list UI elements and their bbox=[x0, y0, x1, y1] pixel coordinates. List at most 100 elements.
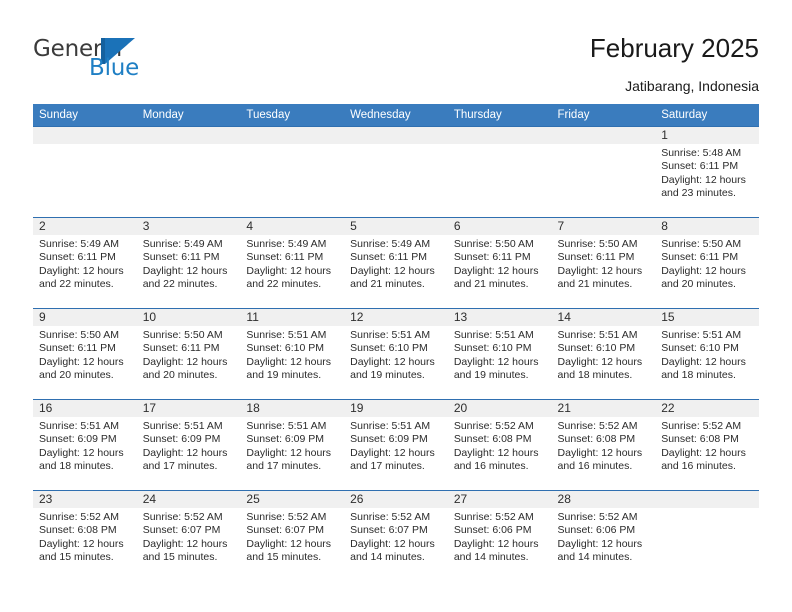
calendar-week-row: 2 Sunrise: 5:49 AM Sunset: 6:11 PM Daylight… bbox=[33, 217, 759, 309]
day-detail-line: Sunrise: 5:50 AM bbox=[661, 238, 742, 250]
day-details bbox=[344, 144, 448, 147]
day-number: 2 bbox=[33, 218, 137, 235]
day-detail-line: Daylight: 12 hours bbox=[557, 537, 643, 550]
day-detail-line: Sunset: 6:08 PM bbox=[661, 433, 739, 446]
day-detail-line: Daylight: 12 hours bbox=[661, 446, 746, 459]
day-detail-line: Sunset: 6:07 PM bbox=[246, 524, 325, 537]
day-detail-line: Sunrise: 5:52 AM bbox=[350, 511, 431, 523]
calendar-day-cell[interactable]: 16 Sunrise: 5:51 AM Sunset: 6:09 PM Dayligh… bbox=[33, 399, 137, 491]
calendar-day-cell[interactable]: 13 Sunrise: 5:51 AM Sunset: 6:10 PM Dayligh… bbox=[447, 308, 552, 400]
day-number: 12 bbox=[344, 309, 448, 326]
day-details: Sunrise: 5:52 AM Sunset: 6:08 PM Daylight:… bbox=[552, 417, 656, 474]
day-details: Sunrise: 5:50 AM Sunset: 6:11 PM Daylight:… bbox=[33, 326, 137, 383]
day-detail-line: Sunrise: 5:52 AM bbox=[246, 511, 327, 523]
day-detail-line: Daylight: 12 hours bbox=[661, 264, 746, 277]
day-detail-line: Sunrise: 5:51 AM bbox=[246, 329, 327, 341]
day-detail-line: Daylight: 12 hours bbox=[350, 537, 435, 550]
calendar-day-cell[interactable]: 18 Sunrise: 5:51 AM Sunset: 6:09 PM Dayligh… bbox=[240, 399, 345, 491]
day-number bbox=[33, 127, 137, 144]
calendar-day-cell[interactable]: 26 Sunrise: 5:52 AM Sunset: 6:07 PM Dayligh… bbox=[344, 490, 448, 581]
day-number: 6 bbox=[447, 218, 552, 235]
day-details bbox=[448, 144, 552, 147]
day-details: Sunrise: 5:51 AM Sunset: 6:10 PM Daylight:… bbox=[655, 326, 759, 383]
calendar-day-cell[interactable]: 27 Sunrise: 5:52 AM Sunset: 6:06 PM Dayligh… bbox=[447, 490, 552, 581]
calendar-day-cell[interactable]: 1 Sunrise: 5:48 AM Sunset: 6:11 PM Daylight… bbox=[655, 126, 759, 218]
day-detail-line: and 19 minutes. bbox=[350, 369, 425, 382]
page-subtitle: Jatibarang, Indonesia bbox=[625, 78, 759, 94]
day-details bbox=[655, 508, 759, 511]
day-detail-line: Sunrise: 5:51 AM bbox=[557, 329, 638, 341]
day-detail-line: Sunset: 6:07 PM bbox=[350, 524, 428, 537]
day-detail-line: Sunrise: 5:51 AM bbox=[350, 420, 431, 432]
day-number: 26 bbox=[344, 491, 448, 508]
day-detail-line: and 22 minutes. bbox=[246, 278, 322, 291]
calendar-day-cell[interactable]: 25 Sunrise: 5:52 AM Sunset: 6:07 PM Dayligh… bbox=[240, 490, 345, 581]
day-detail-line: Sunrise: 5:52 AM bbox=[557, 420, 638, 432]
day-detail-line: Sunrise: 5:52 AM bbox=[557, 511, 638, 523]
calendar-day-cell[interactable]: 22 Sunrise: 5:52 AM Sunset: 6:08 PM Dayligh… bbox=[655, 399, 759, 491]
day-detail-line: Daylight: 12 hours bbox=[557, 446, 643, 459]
day-details: Sunrise: 5:51 AM Sunset: 6:09 PM Daylight:… bbox=[33, 417, 137, 474]
calendar-day-cell[interactable]: 28 Sunrise: 5:52 AM Sunset: 6:06 PM Dayligh… bbox=[551, 490, 656, 581]
day-detail-line: Daylight: 12 hours bbox=[246, 446, 332, 459]
calendar-day-cell[interactable]: 10 Sunrise: 5:50 AM Sunset: 6:11 PM Dayligh… bbox=[136, 308, 241, 400]
day-details: Sunrise: 5:51 AM Sunset: 6:10 PM Daylight:… bbox=[552, 326, 656, 383]
day-number: 3 bbox=[136, 218, 241, 235]
day-details: Sunrise: 5:51 AM Sunset: 6:09 PM Daylight:… bbox=[344, 417, 448, 474]
weekday-header-sunday: Sunday bbox=[33, 104, 137, 127]
day-detail-line: Sunset: 6:11 PM bbox=[142, 342, 220, 355]
day-detail-line: Sunrise: 5:50 AM bbox=[453, 238, 534, 250]
day-detail-line: Daylight: 12 hours bbox=[39, 264, 124, 277]
calendar-day-cell[interactable]: 7 Sunrise: 5:50 AM Sunset: 6:11 PM Daylight… bbox=[551, 217, 656, 309]
day-detail-line: Sunset: 6:11 PM bbox=[142, 251, 220, 264]
day-detail-line: Daylight: 12 hours bbox=[39, 446, 124, 459]
day-details: Sunrise: 5:49 AM Sunset: 6:11 PM Daylight:… bbox=[344, 235, 448, 292]
day-detail-line: Sunrise: 5:52 AM bbox=[142, 511, 223, 523]
weekday-header-tuesday: Tuesday bbox=[240, 104, 345, 127]
calendar-day-cell[interactable]: 9 Sunrise: 5:50 AM Sunset: 6:11 PM Daylight… bbox=[33, 308, 137, 400]
day-detail-line: and 20 minutes. bbox=[142, 369, 218, 382]
calendar-day-cell[interactable]: 20 Sunrise: 5:52 AM Sunset: 6:08 PM Dayligh… bbox=[447, 399, 552, 491]
calendar-day-cell[interactable]: 14 Sunrise: 5:51 AM Sunset: 6:10 PM Dayligh… bbox=[551, 308, 656, 400]
weekday-header-monday: Monday bbox=[136, 104, 241, 127]
calendar-day-cell[interactable]: 5 Sunrise: 5:49 AM Sunset: 6:11 PM Daylight… bbox=[344, 217, 448, 309]
calendar-day-cell[interactable]: 4 Sunrise: 5:49 AM Sunset: 6:11 PM Daylight… bbox=[240, 217, 345, 309]
day-detail-line: and 20 minutes. bbox=[661, 278, 736, 291]
day-detail-line: Sunrise: 5:51 AM bbox=[661, 329, 742, 341]
calendar-day-cell[interactable]: 17 Sunrise: 5:51 AM Sunset: 6:09 PM Dayligh… bbox=[136, 399, 241, 491]
day-detail-line: and 18 minutes. bbox=[661, 369, 736, 382]
day-details: Sunrise: 5:49 AM Sunset: 6:11 PM Daylight:… bbox=[137, 235, 241, 292]
calendar-day-cell[interactable]: 21 Sunrise: 5:52 AM Sunset: 6:08 PM Dayligh… bbox=[551, 399, 656, 491]
day-detail-line: and 16 minutes. bbox=[661, 460, 736, 473]
calendar-day-cell[interactable]: 3 Sunrise: 5:49 AM Sunset: 6:11 PM Daylight… bbox=[136, 217, 241, 309]
calendar-day-cell[interactable]: 19 Sunrise: 5:51 AM Sunset: 6:09 PM Dayligh… bbox=[344, 399, 448, 491]
calendar-day-cell[interactable]: 24 Sunrise: 5:52 AM Sunset: 6:07 PM Dayligh… bbox=[136, 490, 241, 581]
day-number: 11 bbox=[240, 309, 345, 326]
day-detail-line: Sunset: 6:10 PM bbox=[557, 342, 636, 355]
calendar-day-cell[interactable]: 11 Sunrise: 5:51 AM Sunset: 6:10 PM Dayligh… bbox=[240, 308, 345, 400]
calendar-day-cell-empty bbox=[655, 490, 759, 581]
day-detail-line: Sunset: 6:09 PM bbox=[246, 433, 325, 446]
day-detail-line: Sunrise: 5:52 AM bbox=[661, 420, 742, 432]
day-number: 18 bbox=[240, 400, 345, 417]
day-details: Sunrise: 5:52 AM Sunset: 6:08 PM Daylight:… bbox=[33, 508, 137, 565]
calendar-day-cell[interactable]: 12 Sunrise: 5:51 AM Sunset: 6:10 PM Dayligh… bbox=[344, 308, 448, 400]
day-detail-line: and 22 minutes. bbox=[142, 278, 218, 291]
calendar-day-cell[interactable]: 15 Sunrise: 5:51 AM Sunset: 6:10 PM Dayligh… bbox=[655, 308, 759, 400]
day-detail-line: and 17 minutes. bbox=[350, 460, 425, 473]
day-details: Sunrise: 5:52 AM Sunset: 6:07 PM Daylight:… bbox=[137, 508, 241, 565]
calendar-day-cell[interactable]: 6 Sunrise: 5:50 AM Sunset: 6:11 PM Daylight… bbox=[447, 217, 552, 309]
day-details: Sunrise: 5:48 AM Sunset: 6:11 PM Daylight:… bbox=[655, 144, 759, 201]
day-number: 13 bbox=[447, 309, 552, 326]
day-detail-line: Sunrise: 5:51 AM bbox=[39, 420, 119, 432]
calendar-day-cell[interactable]: 23 Sunrise: 5:52 AM Sunset: 6:08 PM Dayligh… bbox=[33, 490, 137, 581]
day-detail-line: and 18 minutes. bbox=[557, 369, 633, 382]
logo-text-blue: Blue bbox=[89, 55, 140, 81]
day-detail-line: and 19 minutes. bbox=[246, 369, 322, 382]
day-number: 16 bbox=[33, 400, 137, 417]
day-detail-line: Sunset: 6:07 PM bbox=[142, 524, 221, 537]
calendar-day-cell-empty bbox=[551, 126, 656, 218]
calendar-day-cell[interactable]: 8 Sunrise: 5:50 AM Sunset: 6:11 PM Daylight… bbox=[655, 217, 759, 309]
day-detail-line: and 16 minutes. bbox=[557, 460, 633, 473]
calendar-day-cell[interactable]: 2 Sunrise: 5:49 AM Sunset: 6:11 PM Daylight… bbox=[33, 217, 137, 309]
